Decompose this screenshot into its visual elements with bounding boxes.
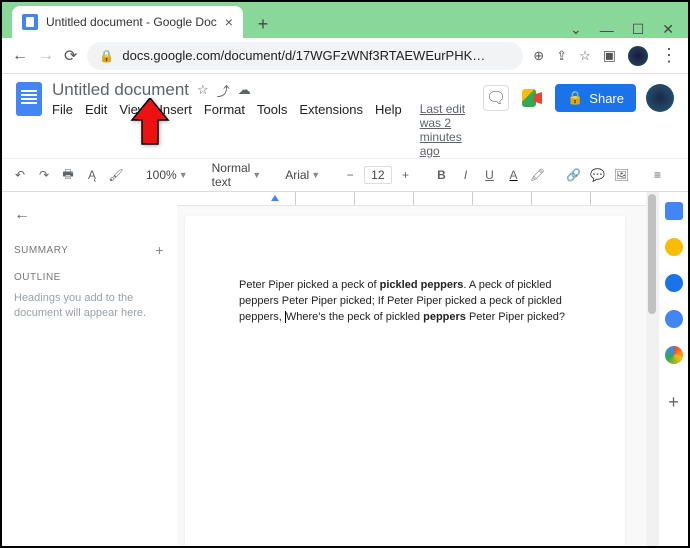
window-controls: ⌄ — ☐ ✕ xyxy=(570,21,682,38)
addons-plus-icon[interactable]: + xyxy=(668,392,679,413)
fontsize-input[interactable]: 12 xyxy=(364,166,391,184)
side-panel: + xyxy=(658,192,688,546)
more-tools-icon[interactable]: ⋯ xyxy=(684,165,688,185)
insert-link-icon[interactable]: 🔗 xyxy=(564,165,584,185)
outline-back-icon[interactable]: ← xyxy=(14,206,164,224)
menu-bar: File Edit View Insert Format Tools Exten… xyxy=(52,102,473,158)
chrome-menu-icon[interactable]: ⋮ xyxy=(660,45,678,66)
comment-history-icon[interactable]: 🗨 xyxy=(483,85,509,111)
url-bar[interactable]: 🔒 docs.google.com/document/d/17WGFzWNf3R… xyxy=(87,42,523,70)
outline-heading: OUTLINE xyxy=(14,272,164,283)
italic-icon[interactable]: I xyxy=(456,165,476,185)
spellcheck-icon[interactable]: Ą xyxy=(82,165,102,185)
share-label: Share xyxy=(589,91,624,106)
nav-forward-icon: → xyxy=(38,47,54,65)
toolbar: ↶ ↷ 🖶 Ą 🖌 100%▼ Normal text▼ Arial▼ − 12… xyxy=(2,158,688,192)
document-title[interactable]: Untitled document xyxy=(52,80,189,100)
fontsize-minus[interactable]: − xyxy=(340,165,360,185)
window-maximize-icon[interactable]: ☐ xyxy=(632,21,645,38)
docs-header: Untitled document ☆ ⤴ ☁ File Edit View I… xyxy=(2,74,688,158)
calendar-icon[interactable] xyxy=(665,202,683,220)
bookmark-icon[interactable]: ☆ xyxy=(579,48,591,64)
summary-heading: SUMMARY xyxy=(14,245,68,256)
scrollbar[interactable] xyxy=(646,192,658,546)
highlight-icon[interactable]: 🖍 xyxy=(528,165,548,185)
bold-icon[interactable]: B xyxy=(432,165,452,185)
docs-favicon xyxy=(22,14,38,30)
align-icon[interactable]: ≡ xyxy=(648,165,668,185)
account-avatar[interactable] xyxy=(646,84,674,112)
nav-reload-icon[interactable]: ⟳ xyxy=(64,46,77,66)
outline-hint: Headings you add to the document will ap… xyxy=(14,291,164,322)
window-minimize-icon[interactable]: — xyxy=(600,22,614,38)
workspace: ← SUMMARY + OUTLINE Headings you add to … xyxy=(2,192,688,546)
insert-comment-icon[interactable]: 💬 xyxy=(588,165,608,185)
indent-marker-icon[interactable] xyxy=(271,195,279,201)
tab-close-icon[interactable]: × xyxy=(225,14,233,30)
menu-view[interactable]: View xyxy=(119,102,147,158)
cloud-status-icon[interactable]: ☁ xyxy=(238,82,251,98)
extensions-panel-icon[interactable]: ▣ xyxy=(603,47,616,64)
document-page[interactable]: Peter Piper picked a peck of pickled pep… xyxy=(185,216,625,546)
redo-icon[interactable]: ↷ xyxy=(34,165,54,185)
tab-title: Untitled document - Google Doc xyxy=(46,15,217,29)
last-edit-label[interactable]: Last edit was 2 minutes ago xyxy=(420,102,473,158)
window-close-icon[interactable]: ✕ xyxy=(662,21,674,38)
undo-icon[interactable]: ↶ xyxy=(10,165,30,185)
star-icon[interactable]: ☆ xyxy=(197,82,209,98)
add-summary-icon[interactable]: + xyxy=(155,242,164,258)
zoom-icon[interactable]: ⊕ xyxy=(533,48,544,64)
browser-tab[interactable]: Untitled document - Google Doc × xyxy=(12,6,243,38)
menu-extensions[interactable]: Extensions xyxy=(299,102,363,158)
underline-icon[interactable]: U xyxy=(480,165,500,185)
menu-tools[interactable]: Tools xyxy=(257,102,287,158)
font-select[interactable]: Arial▼ xyxy=(281,168,324,182)
menu-insert[interactable]: Insert xyxy=(159,102,192,158)
document-area[interactable]: Peter Piper picked a peck of pickled pep… xyxy=(177,192,688,546)
docs-app: Untitled document ☆ ⤴ ☁ File Edit View I… xyxy=(2,74,688,546)
ruler[interactable] xyxy=(177,192,688,206)
docs-logo-icon[interactable] xyxy=(16,82,42,116)
fontsize-plus[interactable]: + xyxy=(396,165,416,185)
outline-panel: ← SUMMARY + OUTLINE Headings you add to … xyxy=(2,192,177,546)
document-paragraph[interactable]: Peter Piper picked a peck of pickled pep… xyxy=(239,278,571,326)
contacts-icon[interactable] xyxy=(665,310,683,328)
address-bar: ← → ⟳ 🔒 docs.google.com/document/d/17WGF… xyxy=(2,38,688,74)
meet-icon[interactable] xyxy=(519,85,545,111)
maps-icon[interactable] xyxy=(665,346,683,364)
print-icon[interactable]: 🖶 xyxy=(58,165,78,185)
paint-format-icon[interactable]: 🖌 xyxy=(106,165,126,185)
menu-format[interactable]: Format xyxy=(204,102,245,158)
tasks-icon[interactable] xyxy=(665,274,683,292)
text-color-icon[interactable]: A xyxy=(504,165,524,185)
insert-image-icon[interactable]: 🖼 xyxy=(612,165,632,185)
move-icon[interactable]: ⤴ xyxy=(217,81,230,100)
lock-icon: 🔒 xyxy=(99,49,114,63)
url-text: docs.google.com/document/d/17WGFzWNf3RTA… xyxy=(122,48,485,63)
new-tab-button[interactable]: + xyxy=(249,10,277,38)
nav-back-icon[interactable]: ← xyxy=(12,47,28,65)
window-dropdown-icon[interactable]: ⌄ xyxy=(570,21,582,38)
menu-edit[interactable]: Edit xyxy=(85,102,107,158)
zoom-select[interactable]: 100%▼ xyxy=(142,168,192,182)
menu-help[interactable]: Help xyxy=(375,102,402,158)
keep-icon[interactable] xyxy=(665,238,683,256)
share-button[interactable]: 🔒 Share xyxy=(555,84,636,112)
style-select[interactable]: Normal text▼ xyxy=(208,161,266,189)
profile-extension-icon[interactable] xyxy=(628,46,648,66)
share-url-icon[interactable]: ⇪ xyxy=(556,48,567,64)
browser-titlebar: Untitled document - Google Doc × + ⌄ — ☐… xyxy=(2,2,688,38)
menu-file[interactable]: File xyxy=(52,102,73,158)
